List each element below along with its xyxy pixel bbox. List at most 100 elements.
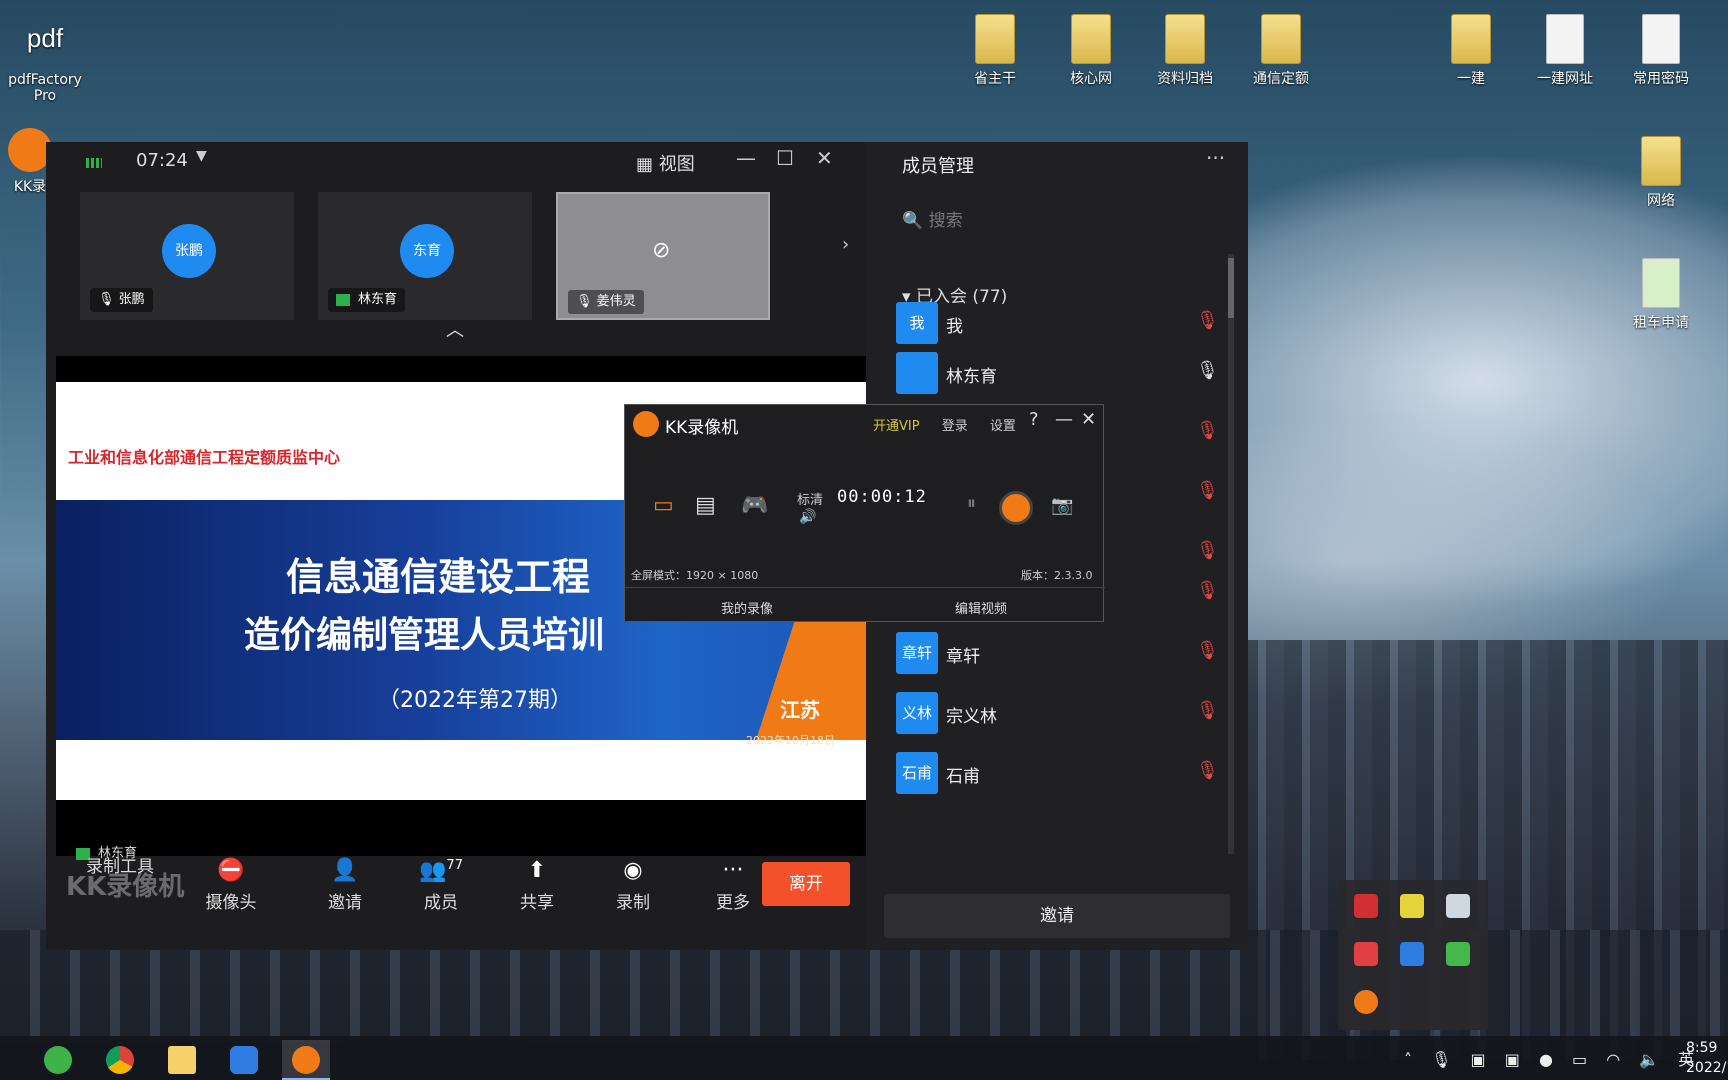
taskbar-app-chrome[interactable] (96, 1040, 144, 1080)
pause-icon[interactable]: ⏸ (967, 493, 976, 514)
chevron-down-icon[interactable]: ▼ (196, 148, 207, 164)
maximize-icon[interactable]: ☐ (776, 146, 794, 170)
member-search[interactable]: 🔍 搜索 (902, 206, 963, 231)
participant-name: 林东育 (328, 288, 406, 312)
wechat-icon[interactable]: ● (1539, 1050, 1553, 1069)
wifi-icon[interactable]: ◠ (1606, 1050, 1620, 1069)
stop-record-button[interactable] (999, 491, 1033, 525)
folder-icon (1261, 14, 1301, 64)
mic-muted-icon[interactable]: 🎙 (1196, 700, 1219, 721)
video-thumbnail[interactable]: 东育 林东育 (318, 192, 532, 320)
member-scrollbar-thumb[interactable] (1228, 258, 1234, 318)
member-row[interactable]: 林东育 🎙 (896, 352, 1226, 398)
mic-muted-icon[interactable]: 🎙 (1196, 580, 1219, 601)
video-thumbnail[interactable]: ⊘ 🎙 姜伟灵 (556, 192, 770, 320)
taskbar-app-360[interactable] (34, 1040, 82, 1080)
more-button[interactable]: ··· 更多 (698, 858, 768, 913)
desktop-icon-folder[interactable]: 省主干 (950, 14, 1040, 88)
folder-icon (1451, 14, 1491, 64)
share-button[interactable]: ⬆ 共享 (502, 858, 572, 913)
desktop-icon-doc[interactable]: 租车申请 (1616, 258, 1706, 332)
tray-app-icon[interactable]: ▣ (1505, 1050, 1520, 1069)
edit-video-button[interactable]: 编辑视频 (955, 598, 1007, 617)
speaker-icon[interactable]: 🔊 (799, 509, 816, 525)
members-button[interactable]: 👥77 成员 (406, 858, 476, 913)
mic-muted-icon[interactable]: 🎙 (1196, 540, 1219, 561)
desktop-icon-folder[interactable]: 核心网 (1046, 14, 1136, 88)
kk-title: KK录像机 (665, 418, 739, 438)
view-button[interactable]: ▦ 视图 (636, 150, 695, 176)
invite-members-button[interactable]: 邀请 (884, 894, 1230, 938)
close-icon[interactable]: ✕ (816, 146, 833, 170)
login-link[interactable]: 登录 (942, 419, 968, 434)
wechat-icon[interactable] (1446, 942, 1470, 966)
desktop-icon-pdffactory[interactable]: pdf pdfFactory Pro (0, 18, 90, 104)
desktop-icon-folder[interactable]: 资料归档 (1140, 14, 1230, 88)
minimize-icon[interactable]: — (1055, 409, 1073, 430)
taskbar-app-explorer[interactable] (158, 1040, 206, 1080)
help-icon[interactable]: ? (1029, 409, 1039, 430)
camera-button[interactable]: ⛔ 摄像头 (196, 858, 266, 913)
taskbar-clock[interactable]: 8:59 2022/10 (1686, 1038, 1728, 1078)
mic-muted-icon[interactable]: 🎙 (1196, 480, 1219, 501)
network-icon (1641, 136, 1681, 186)
record-tools-label: 录制工具 (86, 857, 154, 877)
region-mode-icon[interactable]: ▤ (695, 493, 716, 518)
avatar: 东育 (400, 224, 454, 278)
taskbar-app-kk[interactable] (282, 1040, 330, 1080)
leave-button[interactable]: 离开 (762, 862, 850, 906)
my-recordings-button[interactable]: 我的录像 (721, 598, 773, 617)
network-app-icon[interactable] (1400, 942, 1424, 966)
kk-recorder-window: KK录像机 开通VIP 登录 设置 ? — ✕ ▭ ▤ 🎮 标清 00:00:1… (624, 404, 1105, 622)
tray-app-icon[interactable]: ▣ (1471, 1050, 1486, 1069)
minimize-icon[interactable]: — (736, 146, 756, 170)
chevron-right-icon[interactable]: › (842, 234, 849, 255)
app-icon[interactable] (1446, 894, 1470, 918)
battery-icon[interactable]: ▭ (1572, 1050, 1587, 1069)
volume-icon[interactable]: 🔈 (1639, 1050, 1659, 1069)
game-mode-icon[interactable]: 🎮 (741, 493, 768, 518)
mic-muted-icon[interactable]: 🎙 (1196, 420, 1219, 441)
security-icon[interactable] (1354, 894, 1378, 918)
folder-icon (168, 1046, 196, 1074)
record-tools-button[interactable]: 录制工具 (86, 852, 186, 877)
fullscreen-mode-icon[interactable]: ▭ (653, 493, 674, 518)
desktop-icon-folder[interactable]: 通信定额 (1236, 14, 1326, 88)
video-thumbnails: 张鹏 🎙 张鹏 东育 林东育 ⊘ 🎙 姜伟灵 › (46, 192, 866, 322)
member-scrollbar[interactable] (1228, 254, 1234, 854)
quality-selector[interactable]: 标清 (797, 489, 823, 508)
member-row[interactable]: 我 我 🎙 (896, 302, 1226, 348)
mic-icon[interactable]: 🎙 (1431, 1050, 1451, 1069)
mic-icon[interactable]: 🎙 (1196, 360, 1219, 381)
mic-muted-icon[interactable]: 🎙 (1196, 760, 1219, 781)
chat-icon[interactable] (1400, 894, 1424, 918)
mic-muted-icon[interactable]: 🎙 (1196, 310, 1219, 331)
video-thumbnail[interactable]: 张鹏 🎙 张鹏 (80, 192, 294, 320)
mic-muted-icon[interactable]: 🎙 (1196, 640, 1219, 661)
participant-name: 🎙 张鹏 (90, 288, 153, 312)
desktop-icon-doc[interactable]: 常用密码 (1616, 14, 1706, 88)
member-row[interactable]: 义林 宗义林 🎙 (896, 692, 1226, 738)
desktop-icon-folder[interactable]: 一建 (1426, 14, 1516, 88)
kk-tray-icon[interactable] (1354, 990, 1378, 1014)
desktop-icon-doc[interactable]: 一建网址 (1520, 14, 1610, 88)
taskbar-app-meeting[interactable] (220, 1040, 268, 1080)
record-button[interactable]: ◉ 录制 (598, 858, 668, 913)
folder-icon (1071, 14, 1111, 64)
pdf-icon[interactable] (1354, 942, 1378, 966)
taskbar: ˄ 🎙 ▣ ▣ ● ▭ ◠ 🔈 英 8:59 2022/10 (0, 1036, 1728, 1080)
open-vip-link[interactable]: 开通VIP (873, 419, 920, 434)
record-label: 录制 (616, 893, 650, 913)
chevron-up-icon[interactable]: ︿ (446, 316, 464, 342)
desktop-icon-network[interactable]: 网络 (1616, 136, 1706, 210)
member-row[interactable]: 石甫 石甫 🎙 (896, 752, 1226, 798)
kk-logo-icon (633, 411, 659, 437)
desktop-icon-label: 一建网址 (1537, 71, 1593, 87)
more-icon[interactable]: ··· (1206, 146, 1225, 170)
invite-button[interactable]: 👤 邀请 (310, 858, 380, 913)
close-icon[interactable]: ✕ (1081, 409, 1096, 430)
screenshot-camera-icon[interactable]: 📷 (1051, 495, 1073, 516)
chevron-up-icon[interactable]: ˄ (1404, 1050, 1412, 1069)
member-row[interactable]: 章轩 章轩 🎙 (896, 632, 1226, 678)
settings-link[interactable]: 设置 (990, 419, 1016, 434)
